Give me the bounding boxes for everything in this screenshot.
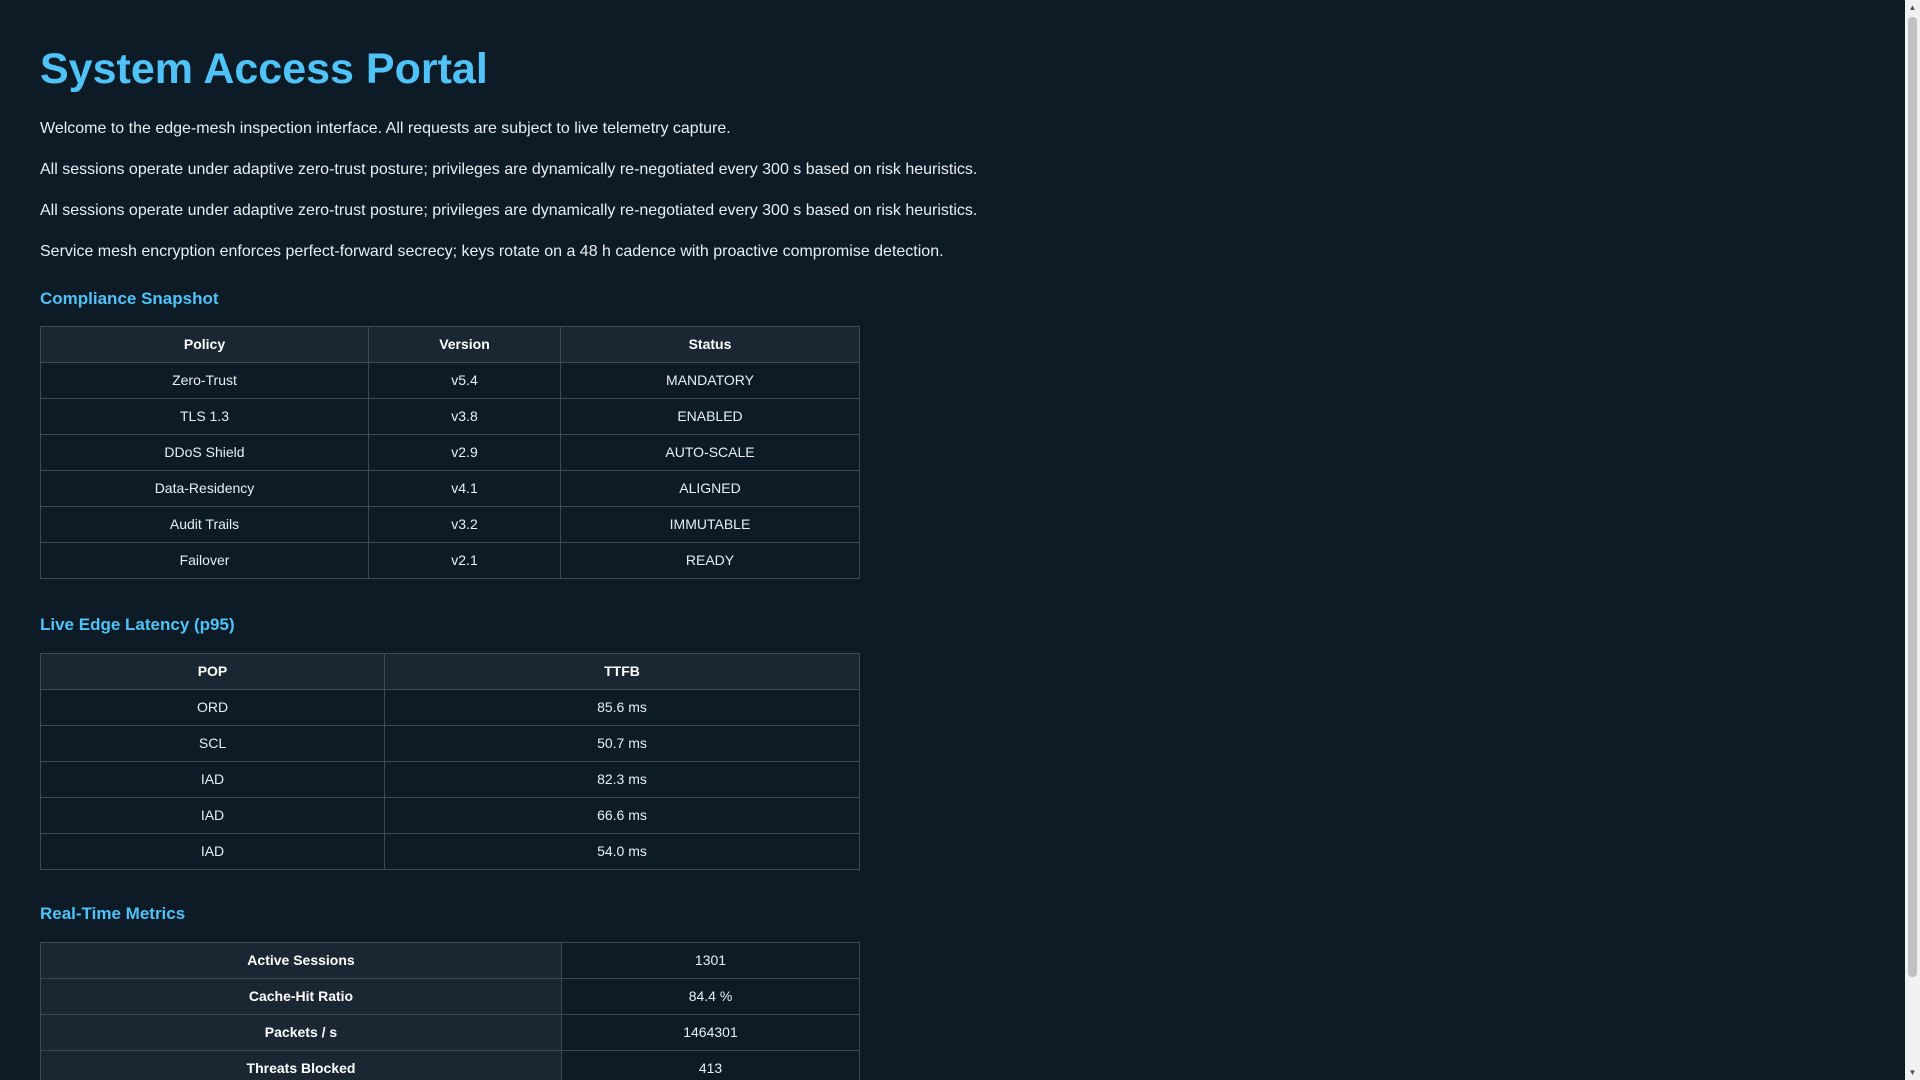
table-row: IAD 82.3 ms [40, 760, 860, 798]
metric-label: Cache-Hit Ratio [40, 977, 562, 1015]
status-cell: READY [560, 541, 860, 579]
page-content: System Access Portal Welcome to the edge… [40, 0, 1860, 1080]
status-cell: ALIGNED [560, 469, 860, 507]
table-row: Audit Trails v3.2 IMMUTABLE [40, 505, 860, 543]
policy-cell: TLS 1.3 [40, 397, 369, 435]
column-header-version: Version [368, 325, 561, 363]
version-cell: v3.8 [368, 397, 561, 435]
table-row: ORD 85.6 ms [40, 688, 860, 726]
metrics-heading: Real-Time Metrics [40, 903, 186, 923]
ttfb-cell: 50.7 ms [384, 724, 860, 762]
ttfb-cell: 66.6 ms [384, 796, 860, 834]
status-cell: ENABLED [560, 397, 860, 435]
metric-label: Threats Blocked [40, 1049, 562, 1080]
table-row: IAD 54.0 ms [40, 832, 860, 870]
table-row: TLS 1.3 v3.8 ENABLED [40, 397, 860, 435]
ttfb-cell: 85.6 ms [384, 688, 860, 726]
encryption-paragraph: Service mesh encryption enforces perfect… [40, 242, 944, 260]
zero-trust-paragraph-repeat: All sessions operate under adaptive zero… [40, 201, 978, 219]
table-header-row: Policy Version Status [40, 325, 860, 363]
pop-cell: ORD [40, 688, 385, 726]
table-header-row: POP TTFB [40, 652, 860, 690]
intro-paragraph: Welcome to the edge-mesh inspection inte… [40, 119, 731, 137]
policy-cell: Audit Trails [40, 505, 369, 543]
policy-cell: Data-Residency [40, 469, 369, 507]
latency-heading: Live Edge Latency (p95) [40, 614, 235, 634]
version-cell: v2.1 [368, 541, 561, 579]
table-row: Data-Residency v4.1 ALIGNED [40, 469, 860, 507]
version-cell: v3.2 [368, 505, 561, 543]
pop-cell: SCL [40, 724, 385, 762]
metric-value: 1301 [561, 941, 860, 979]
viewport: System Access Portal Welcome to the edge… [0, 0, 1920, 1080]
version-cell: v5.4 [368, 361, 561, 399]
table-row: Failover v2.1 READY [40, 541, 860, 579]
page-title: System Access Portal [40, 45, 488, 93]
status-cell: MANDATORY [560, 361, 860, 399]
zero-trust-paragraph: All sessions operate under adaptive zero… [40, 160, 978, 178]
vertical-scrollbar[interactable]: ▲ ▼ [1905, 0, 1920, 1080]
policy-cell: Failover [40, 541, 369, 579]
policy-cell: Zero-Trust [40, 361, 369, 399]
column-header-policy: Policy [40, 325, 369, 363]
ttfb-cell: 54.0 ms [384, 832, 860, 870]
metric-label: Packets / s [40, 1013, 562, 1051]
scroll-down-arrow-icon[interactable]: ▼ [1905, 1065, 1920, 1080]
metric-value: 413 [561, 1049, 860, 1080]
pop-cell: IAD [40, 832, 385, 870]
column-header-ttfb: TTFB [384, 652, 860, 690]
status-cell: AUTO-SCALE [560, 433, 860, 471]
pop-cell: IAD [40, 760, 385, 798]
pop-cell: IAD [40, 796, 385, 834]
metric-value: 84.4 % [561, 977, 860, 1015]
table-row: Packets / s 1464301 [40, 1013, 860, 1051]
ttfb-cell: 82.3 ms [384, 760, 860, 798]
column-header-pop: POP [40, 652, 385, 690]
table-row: DDoS Shield v2.9 AUTO-SCALE [40, 433, 860, 471]
column-header-status: Status [560, 325, 860, 363]
version-cell: v4.1 [368, 469, 561, 507]
table-row: IAD 66.6 ms [40, 796, 860, 834]
scroll-up-arrow-icon[interactable]: ▲ [1905, 0, 1920, 15]
table-row: Threats Blocked 413 [40, 1049, 860, 1080]
latency-table: POP TTFB ORD 85.6 ms SCL 50.7 ms IAD 82.… [40, 652, 860, 870]
table-row: Zero-Trust v5.4 MANDATORY [40, 361, 860, 399]
metric-value: 1464301 [561, 1013, 860, 1051]
status-cell: IMMUTABLE [560, 505, 860, 543]
compliance-heading: Compliance Snapshot [40, 288, 219, 308]
metric-label: Active Sessions [40, 941, 562, 979]
scrollbar-thumb[interactable] [1908, 17, 1917, 977]
table-row: Active Sessions 1301 [40, 941, 860, 979]
table-row: SCL 50.7 ms [40, 724, 860, 762]
version-cell: v2.9 [368, 433, 561, 471]
compliance-table: Policy Version Status Zero-Trust v5.4 MA… [40, 325, 860, 579]
table-row: Cache-Hit Ratio 84.4 % [40, 977, 860, 1015]
metrics-table: Active Sessions 1301 Cache-Hit Ratio 84.… [40, 941, 860, 1080]
policy-cell: DDoS Shield [40, 433, 369, 471]
